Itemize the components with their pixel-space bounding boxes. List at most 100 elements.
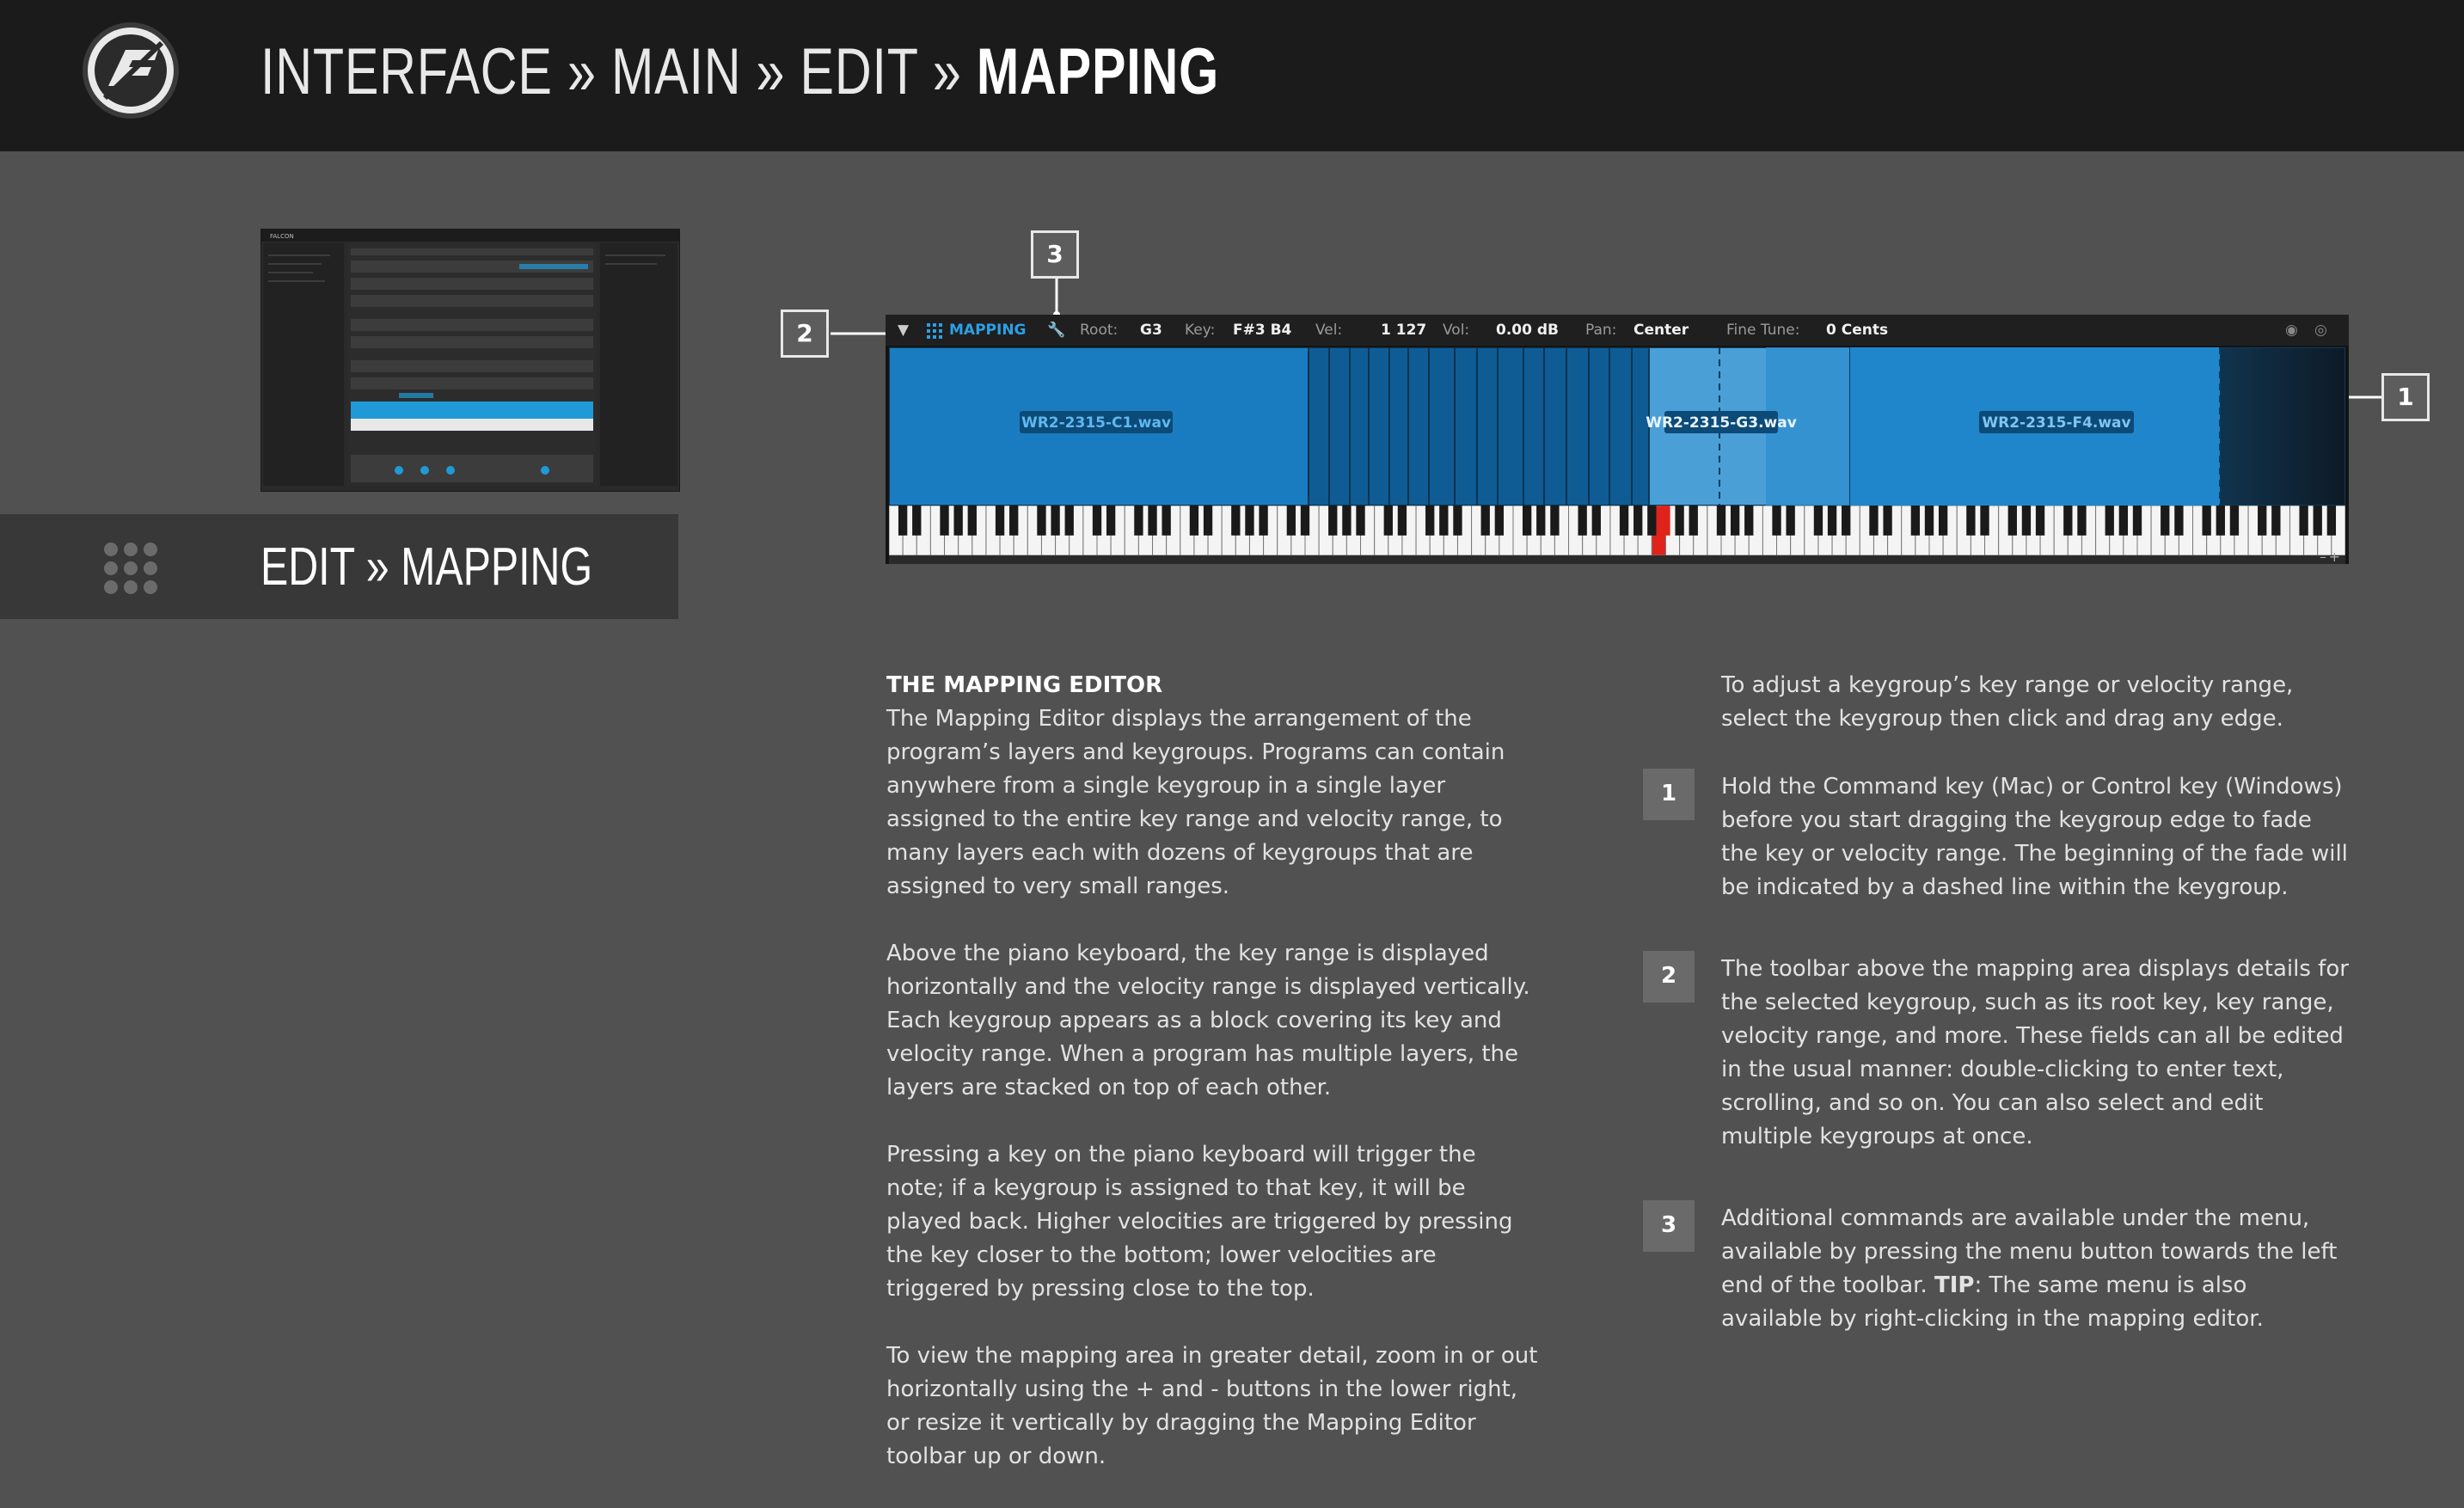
black-key[interactable] — [1064, 506, 1074, 536]
black-key[interactable] — [2258, 506, 2267, 536]
black-key[interactable] — [1716, 506, 1726, 536]
volume-field[interactable]: 0.00 dB — [1496, 315, 1559, 346]
black-key[interactable] — [898, 506, 908, 536]
black-key[interactable] — [1813, 506, 1823, 536]
zoom-in-button[interactable]: + — [2329, 549, 2340, 565]
black-key[interactable] — [1453, 506, 1462, 536]
black-key[interactable] — [1938, 506, 1948, 536]
black-key[interactable] — [912, 506, 922, 536]
black-key[interactable] — [2007, 506, 2017, 536]
black-key[interactable] — [1480, 506, 1490, 536]
black-key[interactable] — [2105, 506, 2114, 536]
black-key[interactable] — [1744, 506, 1754, 536]
black-key[interactable] — [1578, 506, 1587, 536]
black-key[interactable] — [1647, 506, 1657, 536]
black-key[interactable] — [1966, 506, 1976, 536]
black-key[interactable] — [2229, 506, 2240, 536]
black-key[interactable] — [1675, 506, 1684, 536]
black-key[interactable] — [2299, 506, 2308, 536]
black-key[interactable] — [2035, 506, 2045, 536]
black-key[interactable] — [1827, 506, 1837, 536]
settings-circle-icon[interactable]: ◎ — [2314, 315, 2327, 346]
fine-tune-field[interactable]: 0 Cents — [1826, 315, 1888, 346]
black-key[interactable] — [1106, 506, 1116, 536]
black-key[interactable] — [1259, 506, 1268, 536]
black-key[interactable] — [967, 506, 977, 536]
black-key[interactable] — [1245, 506, 1254, 536]
black-key[interactable] — [995, 506, 1005, 536]
black-key[interactable] — [1162, 506, 1171, 536]
black-key[interactable] — [2326, 506, 2337, 536]
eye-icon[interactable]: ◉ — [2285, 315, 2298, 346]
black-key[interactable] — [1189, 506, 1199, 536]
zoom-scrollbar[interactable]: – + — [889, 549, 2345, 565]
black-key[interactable] — [953, 506, 963, 536]
black-key[interactable] — [1772, 506, 1781, 536]
wrench-icon[interactable]: 🔧 — [1047, 315, 1065, 346]
black-key[interactable] — [940, 506, 949, 536]
black-key[interactable] — [2161, 506, 2170, 536]
black-key[interactable] — [1148, 506, 1157, 536]
black-key[interactable] — [2271, 506, 2281, 536]
black-key[interactable] — [1203, 506, 1213, 536]
callout-badge-2: 2 — [781, 310, 829, 358]
black-key[interactable] — [1383, 506, 1393, 536]
black-key[interactable] — [1924, 506, 1934, 536]
black-key[interactable] — [2021, 506, 2032, 536]
black-key[interactable] — [2132, 506, 2142, 536]
black-key[interactable] — [2202, 506, 2211, 536]
black-key[interactable] — [1134, 506, 1143, 536]
black-key[interactable] — [1536, 506, 1546, 536]
piano-keys[interactable] — [888, 505, 2346, 556]
black-key[interactable] — [1883, 506, 1892, 536]
black-key[interactable] — [1009, 506, 1019, 536]
black-key[interactable] — [1980, 506, 1989, 536]
menu-triangle-icon[interactable]: ▼ — [898, 315, 909, 346]
black-key[interactable] — [1300, 506, 1310, 536]
black-key[interactable] — [1842, 506, 1851, 536]
black-key[interactable] — [2118, 506, 2129, 536]
mapping-toolbar: ▼ MAPPING 🔧 Root: G3 Key: F#3 B4 Vel: 1 … — [886, 315, 2349, 346]
black-key[interactable] — [1869, 506, 1879, 536]
black-key[interactable] — [1910, 506, 1921, 536]
zoom-out-button[interactable]: – — [2320, 549, 2326, 565]
black-key[interactable] — [1522, 506, 1532, 536]
black-key[interactable] — [1231, 506, 1241, 536]
black-key[interactable] — [1051, 506, 1060, 536]
breadcrumb-item[interactable]: INTERFACE — [260, 35, 553, 108]
breadcrumb-item[interactable]: EDIT — [800, 35, 918, 108]
black-key[interactable] — [1397, 506, 1407, 536]
mapping-area[interactable]: WR2-2315-C1.wav WR2-2315-G3.wav WR2-2315… — [889, 347, 2345, 506]
keygroup-label: WR2-2315-C1.wav — [1021, 414, 1171, 432]
key-range-field[interactable]: F#3 B4 — [1233, 315, 1291, 346]
black-key[interactable] — [1619, 506, 1629, 536]
black-key[interactable] — [1328, 506, 1338, 536]
black-key[interactable] — [1786, 506, 1795, 536]
root-field[interactable]: G3 — [1140, 315, 1162, 346]
black-key[interactable] — [1425, 506, 1435, 536]
black-key[interactable] — [2216, 506, 2225, 536]
pressed-black-key[interactable] — [1661, 506, 1670, 536]
black-key[interactable] — [1494, 506, 1505, 536]
black-key[interactable] — [1286, 506, 1296, 536]
keygroup-canvas[interactable]: WR2-2315-C1.wav WR2-2315-G3.wav WR2-2315… — [889, 347, 2345, 506]
velocity-range-field[interactable]: 1 127 — [1381, 315, 1426, 346]
black-key[interactable] — [1730, 506, 1740, 536]
black-key[interactable] — [1633, 506, 1643, 536]
black-key[interactable] — [1092, 506, 1102, 536]
black-key[interactable] — [1439, 506, 1449, 536]
black-key[interactable] — [2174, 506, 2184, 536]
black-key[interactable] — [1591, 506, 1601, 536]
breadcrumb-item[interactable]: MAIN — [611, 35, 741, 108]
black-key[interactable] — [1356, 506, 1365, 536]
black-key[interactable] — [1037, 506, 1046, 536]
right-text-column: To adjust a keygroup’s key range or velo… — [1643, 669, 2349, 1370]
black-key[interactable] — [1342, 506, 1352, 536]
black-key[interactable] — [2313, 506, 2322, 536]
black-key[interactable] — [2063, 506, 2073, 536]
black-key[interactable] — [1689, 506, 1698, 536]
black-key[interactable] — [2077, 506, 2087, 536]
piano-keyboard[interactable] — [888, 505, 2346, 556]
black-key[interactable] — [1550, 506, 1560, 536]
pan-field[interactable]: Center — [1633, 315, 1689, 346]
